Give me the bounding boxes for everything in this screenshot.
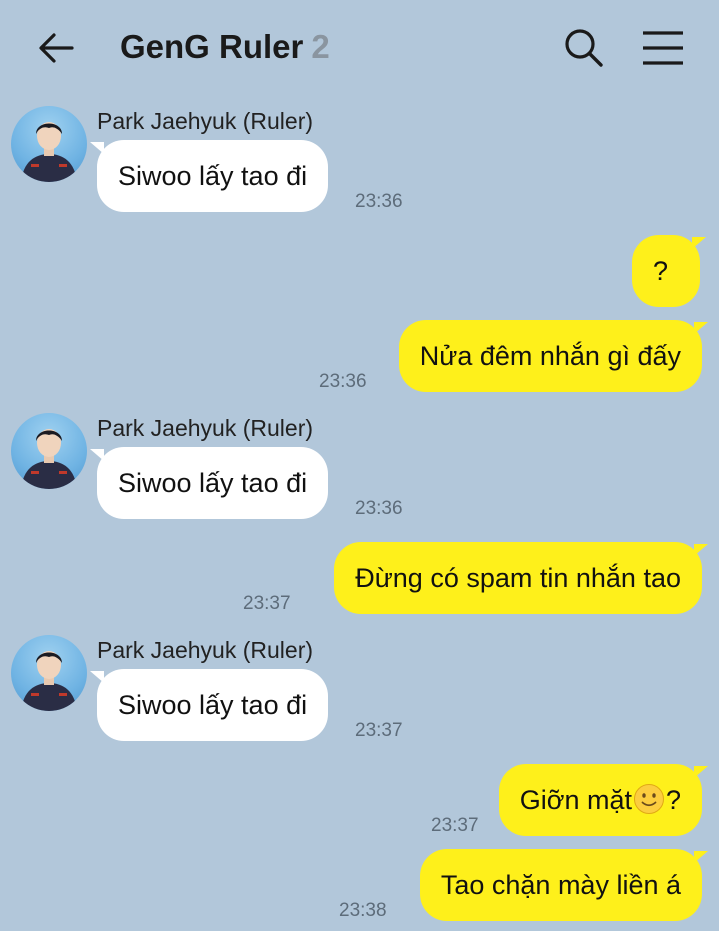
message-bubble[interactable]: Đừng có spam tin nhắn tao: [334, 542, 708, 614]
message-time: 23:36: [319, 371, 367, 392]
message-bubble[interactable]: Tao chặn mày liền á: [419, 849, 709, 921]
sender-name: Park Jaehyuk (Ruler): [97, 637, 314, 663]
menu-button[interactable]: [640, 28, 686, 68]
message-text: ?: [665, 785, 681, 815]
search-button[interactable]: [562, 26, 606, 70]
chat-title: GenG Ruler 2: [120, 28, 330, 66]
message-time: 23:37: [431, 815, 479, 836]
message-time: 23:38: [339, 900, 387, 921]
message-bubble[interactable]: Nửa đêm nhắn gì đấy: [398, 320, 709, 392]
search-icon: [565, 29, 603, 67]
message-text: Giỡn mặt: [519, 785, 632, 815]
profile-photo-icon: [21, 651, 77, 711]
message-time: 23:36: [355, 191, 403, 212]
profile-photo-icon: [21, 429, 77, 489]
avatar[interactable]: [11, 413, 87, 489]
message-bubble[interactable]: ?: [632, 235, 706, 307]
message-time: 23:36: [355, 498, 403, 519]
avatar[interactable]: [11, 635, 87, 711]
message-bubble[interactable]: Siwoo lấy tao đi: [89, 669, 329, 741]
back-button[interactable]: [34, 26, 78, 70]
chat-header: GenG Ruler 2: [0, 0, 719, 96]
message-time: 23:37: [243, 593, 291, 614]
message-bubble[interactable]: Siwoo lấy tao đi: [89, 140, 329, 212]
message-bubble[interactable]: Giỡn mặt ?: [498, 764, 709, 836]
arrow-left-icon: [39, 33, 74, 63]
hamburger-menu-icon: [643, 31, 683, 65]
avatar[interactable]: [11, 106, 87, 182]
profile-photo-icon: [21, 122, 77, 182]
slightly-smiling-face-emoji: [633, 783, 664, 814]
sender-name: Park Jaehyuk (Ruler): [97, 415, 314, 441]
chat-name: GenG Ruler: [120, 28, 304, 65]
member-count: 2: [311, 28, 330, 65]
message-bubble[interactable]: Siwoo lấy tao đi: [89, 447, 329, 519]
message-time: 23:37: [355, 720, 403, 741]
sender-name: Park Jaehyuk (Ruler): [97, 108, 314, 134]
